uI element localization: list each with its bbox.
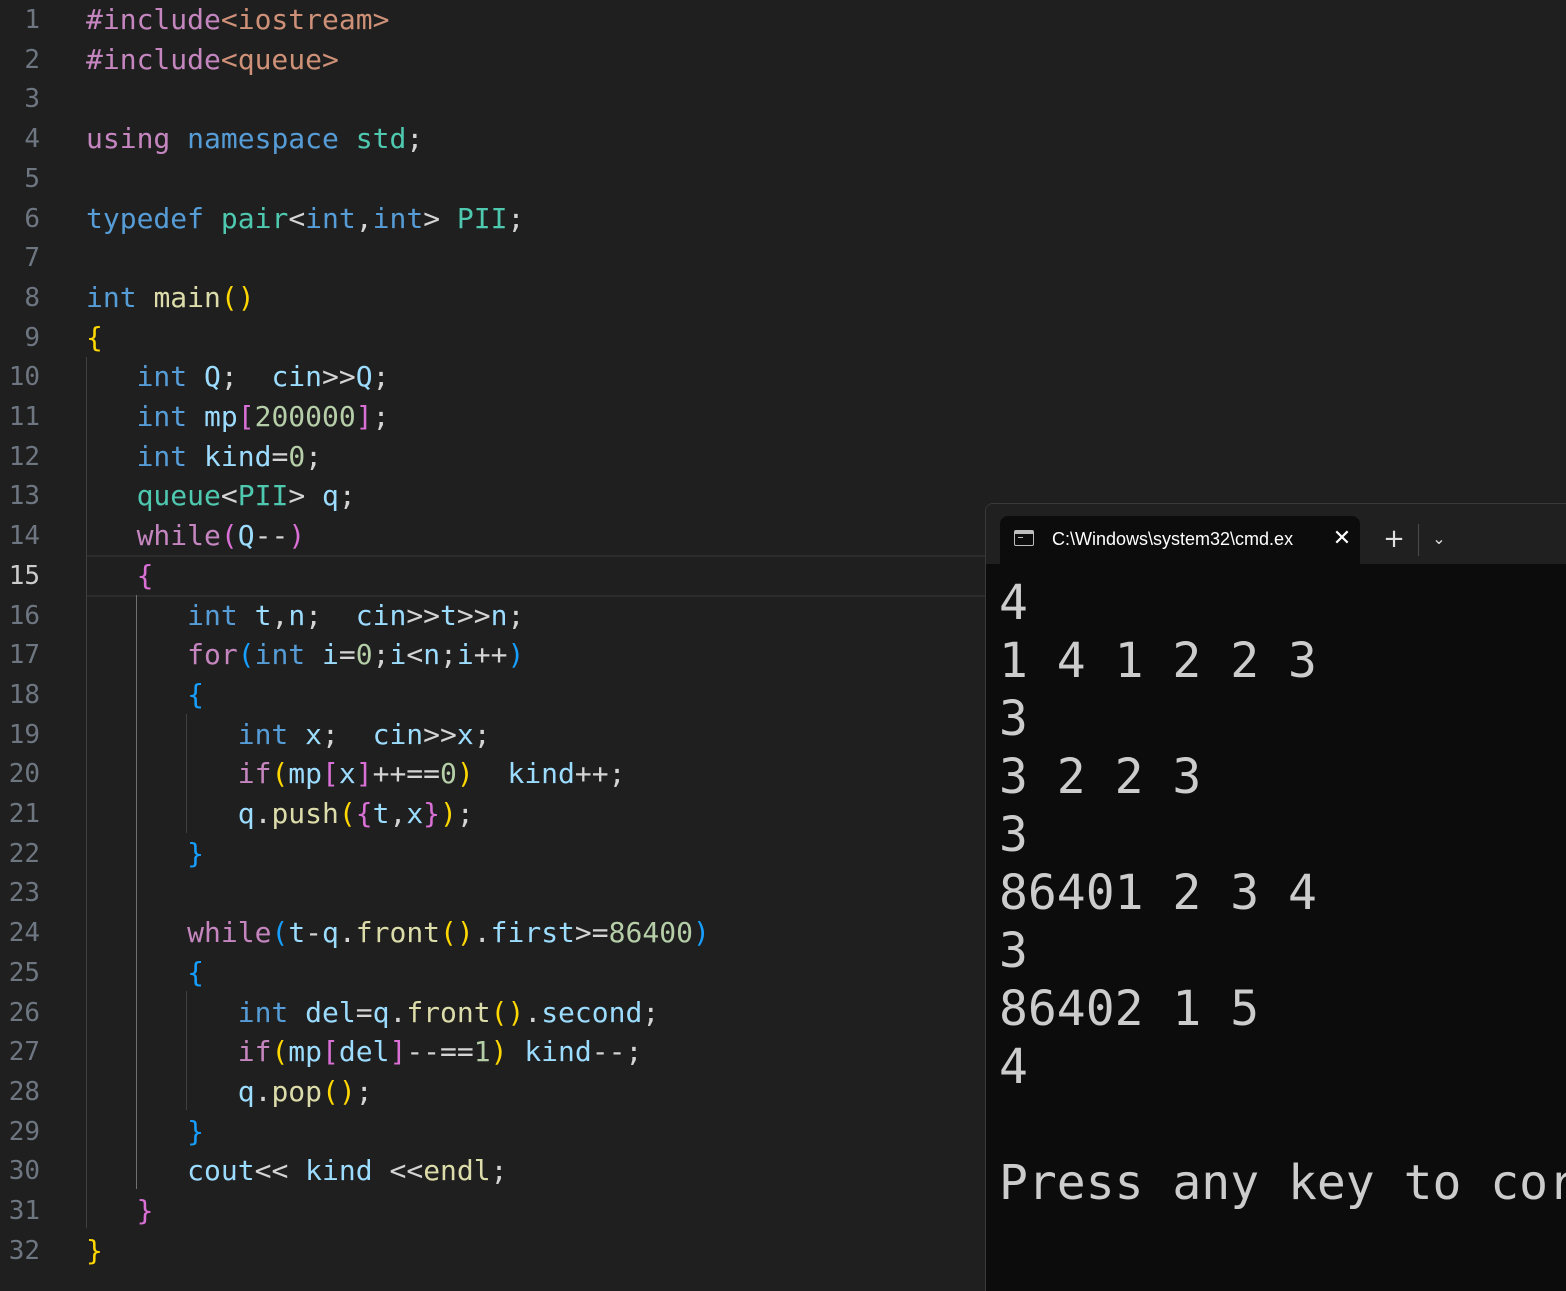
line-number: 19 — [8, 719, 40, 750]
line-number: 12 — [8, 441, 40, 472]
code-text: int main() — [86, 280, 255, 314]
line-number: 4 — [24, 124, 40, 155]
code-line[interactable]: 5 — [0, 159, 1566, 199]
chevron-down-icon[interactable]: ⌄ — [1422, 516, 1456, 564]
code-line[interactable]: 10 int Q; cin>>Q; — [0, 357, 1566, 397]
line-number: 10 — [8, 362, 40, 393]
line-number: 13 — [8, 481, 40, 512]
code-text: while(Q--) — [136, 519, 306, 553]
code-text: if(mp[del]--==1) kind--; — [237, 1035, 643, 1069]
line-number: 11 — [8, 402, 40, 432]
line-number: 7 — [24, 243, 40, 274]
terminal-tab-bar: C:\Windows\system32\cmd.ex ✕ + ⌄ — [986, 504, 1566, 564]
line-number: 18 — [8, 679, 40, 710]
code-text: int mp[200000]; — [136, 400, 390, 433]
code-text: while(t-q.front().first>=86400) — [187, 916, 710, 950]
new-tab-button[interactable]: + — [1376, 516, 1412, 564]
line-number: 21 — [8, 799, 40, 829]
line-number: 3 — [24, 84, 40, 115]
line-number: 14 — [8, 521, 40, 552]
code-text: { — [187, 677, 205, 711]
line-number: 15 — [8, 560, 40, 591]
code-line[interactable]: 2 #include<queue> — [0, 40, 1566, 80]
line-number: 26 — [8, 997, 40, 1028]
line-number: 24 — [8, 918, 40, 949]
code-text: { — [136, 558, 154, 592]
code-text: #include<queue> — [86, 42, 339, 76]
code-line[interactable]: 6 typedef pair<int,int> PII; — [0, 199, 1566, 239]
line-number: 2 — [24, 44, 40, 75]
code-text: int kind=0; — [136, 439, 323, 473]
terminal-tab[interactable]: C:\Windows\system32\cmd.ex ✕ — [1000, 516, 1360, 564]
line-number: 32 — [8, 1235, 40, 1266]
line-number: 23 — [8, 878, 40, 909]
code-text: } — [187, 1114, 205, 1148]
code-text: } — [187, 836, 205, 870]
code-text: q.pop(); — [237, 1074, 373, 1108]
terminal-window[interactable]: C:\Windows\system32\cmd.ex ✕ + ⌄ 41 4 1 … — [985, 503, 1566, 1291]
line-number: 1 — [24, 5, 40, 35]
close-tab-icon[interactable]: ✕ — [1324, 516, 1360, 562]
code-line[interactable]: 1 #include<iostream> — [0, 0, 1566, 40]
terminal-icon — [1014, 530, 1034, 546]
code-text: cout<< kind <<endl; — [187, 1154, 508, 1188]
code-text: if(mp[x]++==0) kind++; — [237, 757, 626, 791]
line-number: 20 — [8, 759, 40, 790]
terminal-output-line: 3 — [999, 691, 1028, 747]
line-number: 30 — [8, 1156, 40, 1187]
code-text: int x; cin>>x; — [237, 717, 491, 751]
line-number: 22 — [8, 838, 40, 869]
code-text: int t,n; cin>>t>>n; — [187, 598, 525, 632]
code-text: queue<PII> q; — [136, 479, 356, 513]
line-number: 17 — [8, 640, 40, 671]
line-number: 6 — [24, 203, 40, 234]
code-line[interactable]: 11 int mp[200000]; — [0, 397, 1566, 437]
terminal-output-line: 1 4 1 2 2 3 — [999, 633, 1317, 689]
code-text: #include<iostream> — [86, 3, 390, 36]
code-text: for(int i=0;i<n;i++) — [187, 638, 525, 672]
line-number: 31 — [8, 1196, 40, 1226]
terminal-output-line: 4 — [999, 1039, 1028, 1095]
terminal-tab-title: C:\Windows\system32\cmd.ex — [1052, 529, 1294, 549]
line-number: 5 — [24, 163, 40, 194]
terminal-output-line: 86401 2 3 4 — [999, 865, 1317, 921]
code-line[interactable]: 12 int kind=0; — [0, 437, 1566, 477]
terminal-output[interactable]: 41 4 1 2 2 333 2 2 3 3 86401 2 3 4 3 86402 1… — [999, 574, 1566, 1212]
code-line[interactable]: 9{ — [0, 318, 1566, 358]
code-text: using namespace std; — [86, 122, 424, 156]
line-number: 25 — [8, 957, 40, 988]
line-number: 29 — [8, 1116, 40, 1147]
code-text: int Q; cin>>Q; — [136, 360, 390, 394]
code-text: q.push({t,x}); — [237, 797, 474, 830]
line-number: 27 — [8, 1037, 40, 1068]
code-line[interactable]: 3 — [0, 79, 1566, 119]
terminal-output-line: 3 2 2 3 — [999, 749, 1202, 805]
line-number: 8 — [24, 282, 40, 313]
terminal-output-line: 86402 1 5 — [999, 981, 1260, 1037]
code-line[interactable]: 7 — [0, 238, 1566, 278]
code-text: { — [187, 955, 205, 989]
code-text: typedef pair<int,int> PII; — [86, 201, 525, 235]
code-text: int del=q.front().second; — [237, 995, 660, 1029]
code-text: } — [136, 1194, 154, 1227]
tab-separator — [1418, 524, 1419, 556]
code-text: { — [86, 320, 103, 354]
line-number: 16 — [8, 600, 40, 631]
terminal-output-line: 4 — [999, 575, 1028, 631]
line-number: 28 — [8, 1076, 40, 1107]
code-line[interactable]: 8 int main() — [0, 278, 1566, 318]
terminal-output-line: 3 — [999, 807, 1028, 863]
terminal-output-line: Press any key to cor — [999, 1155, 1566, 1211]
terminal-output-line: 3 — [999, 923, 1028, 979]
code-line[interactable]: 4 using namespace std; — [0, 119, 1566, 159]
code-text: } — [86, 1233, 103, 1267]
line-number: 9 — [24, 322, 40, 353]
